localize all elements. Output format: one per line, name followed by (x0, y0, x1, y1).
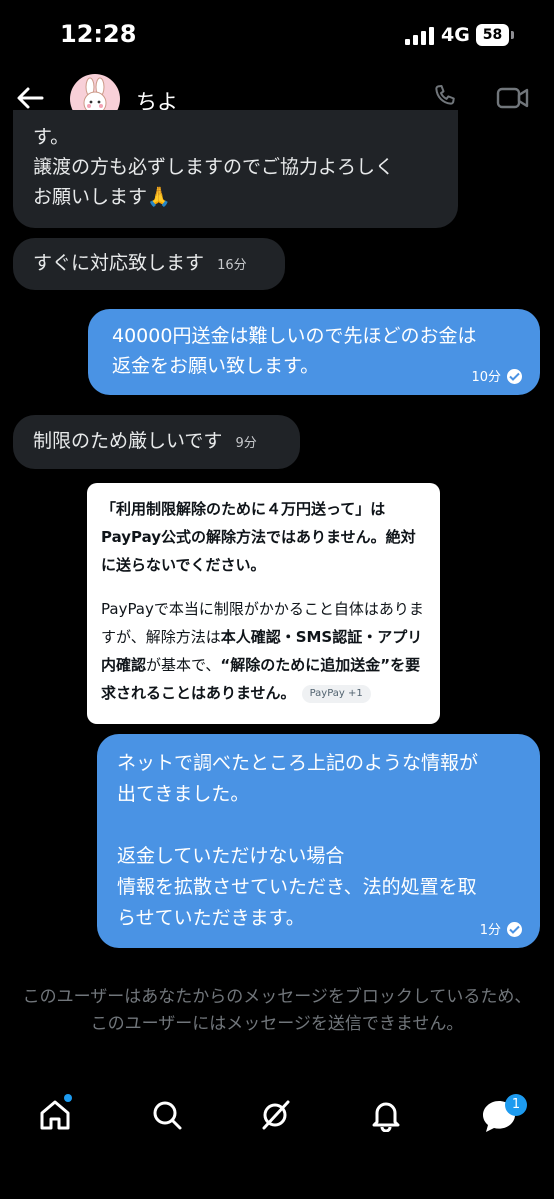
home-icon[interactable] (38, 1098, 72, 1132)
messages-badge: 1 (505, 1094, 527, 1116)
message-bubble-sent[interactable]: ネットで調べたところ上記のような情報が 出てきました。 返金していただけない場合… (97, 734, 540, 948)
battery-icon: 58 (476, 24, 514, 46)
blocked-notice: このユーザーはあなたからのメッセージをブロックしているため、このユーザーにはメッ… (22, 987, 532, 1034)
message-bubble-sent[interactable]: 40000円送金は難しいので先ほどのお金は 返金をお願い致します。 10分 (88, 309, 540, 395)
video-call-icon[interactable] (496, 84, 530, 112)
grok-icon[interactable] (258, 1098, 292, 1132)
message-time: 16分 (217, 258, 247, 273)
screenshot-image-message[interactable]: 「利用制限解除のために４万円送って」はPayPay公式の解除方法ではありません。… (87, 483, 440, 724)
message-time: 1分 (479, 923, 501, 938)
message-text: すぐに対応致します (33, 252, 205, 274)
message-bubble-received[interactable]: す。 譲渡の方も必ずしますのでご協力よろしく お願いします🙏 (13, 110, 458, 228)
phone-call-icon[interactable] (430, 82, 460, 112)
status-time: 12:28 (60, 20, 137, 48)
message-text: 40000円送金は難しいので先ほどのお金は 返金をお願い致します。 (112, 325, 477, 377)
notifications-bell-icon[interactable] (369, 1098, 403, 1132)
battery-level: 58 (476, 24, 509, 46)
home-notification-dot (64, 1094, 72, 1102)
source-chip: PayPay +1 (301, 684, 371, 703)
read-check-icon (507, 922, 522, 937)
message-time: 9分 (235, 436, 257, 451)
search-icon[interactable] (150, 1098, 184, 1132)
signal-icon (405, 27, 434, 45)
card-paragraph-2: PayPayで本当に制限がかかること自体はありますが、解除方法は本人確認・SMS… (101, 600, 424, 703)
message-time: 10分 (471, 370, 501, 385)
read-check-icon (507, 369, 522, 384)
network-type: 4G (441, 24, 470, 46)
card-paragraph-1: 「利用制限解除のために４万円送って」はPayPay公式の解除方法ではありません。… (101, 500, 416, 574)
message-text: 制限のため厳しいです (33, 430, 223, 452)
message-bubble-received[interactable]: すぐに対応致します 16分 (13, 238, 285, 290)
message-bubble-received[interactable]: 制限のため厳しいです 9分 (13, 415, 300, 469)
message-text: す。 譲渡の方も必ずしますのでご協力よろしく お願いします🙏 (33, 126, 395, 208)
message-text: ネットで調べたところ上記のような情報が 出てきました。 返金していただけない場合… (117, 752, 479, 929)
